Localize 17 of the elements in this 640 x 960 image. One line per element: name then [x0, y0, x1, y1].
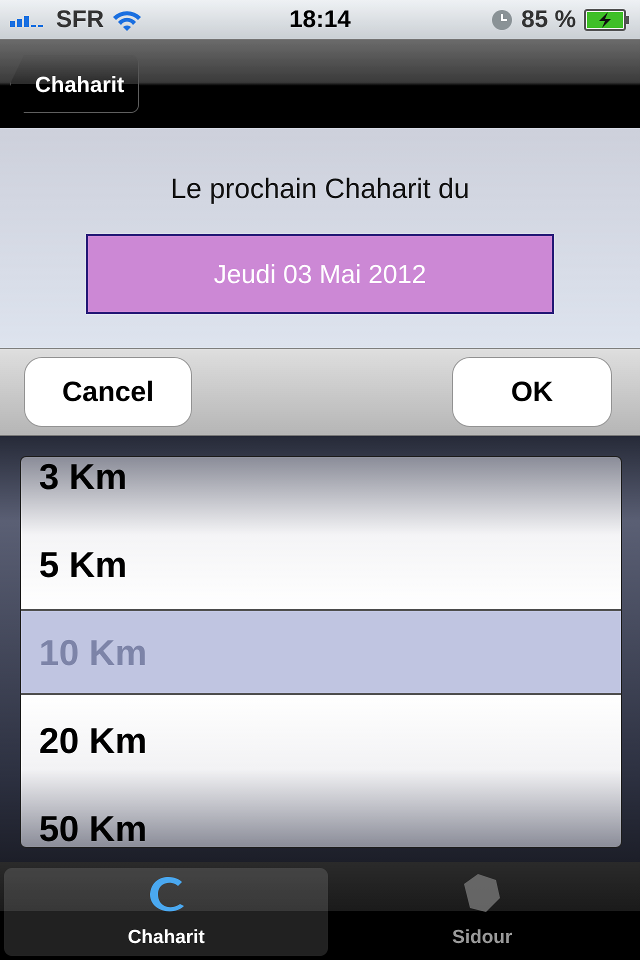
picker-option[interactable]: 3 Km — [21, 457, 621, 521]
back-button[interactable]: Chaharit — [10, 55, 140, 113]
picker-option[interactable]: 5 Km — [21, 521, 621, 609]
wifi-icon — [112, 8, 142, 30]
ok-button[interactable]: OK — [452, 357, 612, 427]
picker-option[interactable]: 50 Km — [21, 785, 621, 847]
carrier-name: SFR — [56, 4, 104, 34]
tab-button[interactable]: Chaharit — [4, 868, 328, 956]
tab-button[interactable]: Sidour — [328, 868, 636, 956]
picker-wheel[interactable]: 3 Km 5 Km 10 Km 20 Km 50 Km — [20, 456, 622, 848]
battery-percent: 85 % — [521, 4, 576, 34]
alarm-clock-icon — [491, 8, 514, 30]
prompt-text: Le prochain Chaharit du — [170, 172, 470, 206]
cancel-button[interactable]: Cancel — [24, 357, 192, 427]
picker-option[interactable]: 20 Km — [21, 697, 621, 785]
battery-icon — [584, 8, 630, 30]
clock-time: 18:14 — [289, 4, 351, 34]
